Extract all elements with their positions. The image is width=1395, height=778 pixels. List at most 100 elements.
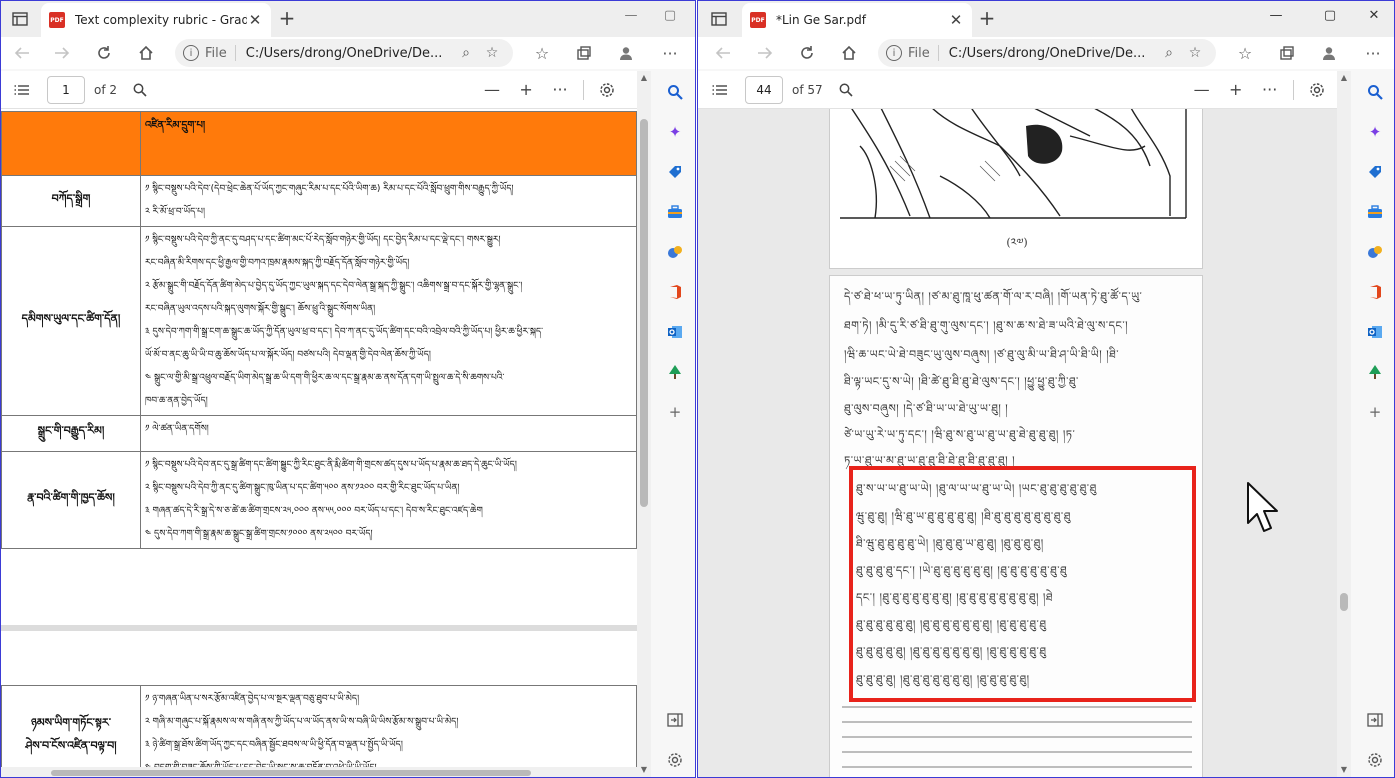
sidebar-shopping-button[interactable]	[1362, 159, 1388, 185]
sidebar-add-button[interactable]: +	[1362, 399, 1388, 425]
minimize-button[interactable]: —	[616, 5, 646, 27]
forward-button[interactable]	[47, 39, 77, 67]
scroll-up-icon[interactable]: ▲	[1337, 71, 1351, 85]
zoom-search-icon[interactable]: ⌕	[453, 45, 479, 61]
horizontal-scrollbar[interactable]	[1, 767, 637, 777]
more-menu-button[interactable]: ···	[1358, 39, 1388, 67]
description-line: ༡ ཉ་གཞན་ཡིན་པ་སར་རྩོམ་འཛིན་བྱེད་པ་ལ་སྔར་…	[145, 694, 360, 704]
forward-button[interactable]	[750, 39, 780, 67]
footnote-line	[842, 706, 1192, 708]
zoom-search-icon[interactable]: ⌕	[1156, 45, 1182, 61]
table-row: ཉམས་ཡིག་གཏོང་སྟར་ ཤེས་བ་ངོས་འཛིན་བལྟ་བ། …	[1, 685, 637, 767]
scrollbar-thumb[interactable]	[640, 119, 648, 507]
zoom-out-button[interactable]: —	[1185, 75, 1219, 105]
sidebar-drop-button[interactable]	[662, 359, 688, 385]
description-cell: ༡ སྙིང་བསྡུས་པའི་དེབ་(དེབ་ཕྲེང་ཆེན་པོ་ཡོ…	[140, 175, 637, 227]
contents-button[interactable]	[5, 75, 39, 105]
description-line: ༡ སྙིང་བསྡུས་པའི་དེབ་ནང་དུ་སྒྲ་ཚིག་དང་ཚི…	[145, 460, 517, 470]
find-button[interactable]	[829, 75, 863, 105]
figure-caption: (༢༧)	[1006, 236, 1028, 249]
minimize-button[interactable]: —	[1261, 5, 1291, 27]
pdf-file-icon: PDF	[750, 12, 766, 28]
sidebar-drop-button[interactable]	[1362, 359, 1388, 385]
active-tab[interactable]: PDF Text complexity rubric - Grade 6 ✕	[41, 3, 271, 37]
sidebar-shopping-button[interactable]	[662, 159, 688, 185]
info-icon[interactable]: i	[886, 45, 902, 61]
toolbar-divider	[583, 79, 585, 100]
sidebar-add-button[interactable]: +	[662, 399, 688, 425]
scroll-up-icon[interactable]: ▲	[637, 71, 651, 85]
back-button[interactable]	[708, 39, 738, 67]
url-text[interactable]: C:/Users/drong/OneDrive/De...	[949, 46, 1156, 61]
sidebar-tools-button[interactable]	[662, 199, 688, 225]
sidebar-outlook-button[interactable]	[1362, 319, 1388, 345]
sidebar-games-button[interactable]	[662, 239, 688, 265]
url-text[interactable]: C:/Users/drong/OneDrive/De...	[246, 46, 453, 61]
address-bar[interactable]: i File C:/Users/drong/OneDrive/De... ⌕ ☆	[175, 39, 513, 67]
collections-button[interactable]	[569, 39, 599, 67]
description-cell: ༡ ཉ་གཞན་ཡིན་པ་སར་རྩོམ་འཛིན་བྱེད་པ་ལ་སྔར་…	[140, 685, 637, 767]
zoom-in-button[interactable]: +	[1219, 75, 1253, 105]
active-tab[interactable]: PDF *Lin Ge Sar.pdf ✕	[742, 3, 972, 37]
zoom-in-button[interactable]: +	[509, 75, 543, 105]
pdf-document-view[interactable]: (༢༧) དེ་ཙ་ཐེ་ཕ་ཡ་ཏུ་ཡིན། །ཙ་མ་ཐུ་ཁཱ་ཕུ་ཚ…	[698, 109, 1343, 777]
sidebar-tools-button[interactable]	[1362, 199, 1388, 225]
info-icon[interactable]: i	[183, 45, 199, 61]
scroll-down-icon[interactable]: ▼	[637, 763, 651, 777]
sidebar-search-button[interactable]	[662, 79, 688, 105]
scrollbar-thumb[interactable]	[1340, 593, 1348, 611]
close-window-button[interactable]: ✕	[1359, 5, 1389, 27]
favorites-button[interactable]: ☆	[1230, 39, 1260, 67]
sidebar-settings-button[interactable]	[1362, 747, 1388, 773]
vertical-scrollbar[interactable]: ▲ ▼	[637, 71, 651, 777]
maximize-button[interactable]: ▢	[1315, 5, 1345, 27]
add-favorite-icon[interactable]: ☆	[1182, 45, 1208, 61]
sidebar-hide-button[interactable]	[662, 707, 688, 733]
sidebar-copilot-button[interactable]: ✦	[662, 119, 688, 145]
sidebar-outlook-button[interactable]	[662, 319, 688, 345]
new-tab-button[interactable]: +	[274, 7, 300, 31]
sidebar-search-button[interactable]	[1362, 79, 1388, 105]
profile-button[interactable]	[1314, 39, 1344, 67]
refresh-button[interactable]	[89, 39, 119, 67]
tab-actions-button[interactable]	[7, 7, 33, 31]
sidebar-settings-button[interactable]	[662, 747, 688, 773]
new-tab-button[interactable]: +	[974, 7, 1000, 31]
address-bar[interactable]: i File C:/Users/drong/OneDrive/De... ⌕ ☆	[878, 39, 1216, 67]
more-menu-button[interactable]: ···	[655, 39, 685, 67]
more-options-button[interactable]: ···	[1253, 75, 1287, 105]
collections-icon	[1280, 46, 1294, 60]
sidebar-games-button[interactable]	[1362, 239, 1388, 265]
home-button[interactable]	[131, 39, 161, 67]
outlook-icon	[1368, 326, 1382, 338]
profile-button[interactable]	[611, 39, 641, 67]
close-tab-icon[interactable]: ✕	[247, 11, 263, 29]
zoom-out-button[interactable]: —	[475, 75, 509, 105]
page-number-input[interactable]: 44	[745, 75, 783, 104]
scroll-down-icon[interactable]: ▼	[1337, 763, 1351, 777]
home-button[interactable]	[834, 39, 864, 67]
sidebar-copilot-button[interactable]: ✦	[1362, 119, 1388, 145]
refresh-button[interactable]	[792, 39, 822, 67]
collections-button[interactable]	[1272, 39, 1302, 67]
horizontal-scrollbar-thumb[interactable]	[51, 770, 531, 776]
tab-actions-button[interactable]	[706, 7, 732, 31]
pdf-settings-button[interactable]	[590, 75, 624, 105]
illustration-page: (༢༧)	[829, 109, 1203, 269]
more-dots-icon: ···	[662, 43, 678, 63]
contents-button[interactable]	[703, 75, 737, 105]
more-options-button[interactable]: ···	[543, 75, 577, 105]
vertical-scrollbar[interactable]: ▲ ▼	[1337, 71, 1351, 777]
back-button[interactable]	[7, 39, 37, 67]
close-tab-icon[interactable]: ✕	[948, 11, 964, 29]
sidebar-hide-button[interactable]	[1362, 707, 1388, 733]
sidebar-office-button[interactable]	[1362, 279, 1388, 305]
sidebar-office-button[interactable]	[662, 279, 688, 305]
add-favorite-icon[interactable]: ☆	[479, 45, 505, 61]
page-number-input[interactable]: 1	[47, 75, 85, 104]
favorites-button[interactable]: ☆	[527, 39, 557, 67]
pdf-settings-button[interactable]	[1300, 75, 1334, 105]
pdf-document-view[interactable]: འཛིན་རིམ་དྲུག་པ། བཀོད་སྒྲིག ༡ སྙིང་བསྡུས…	[1, 109, 637, 767]
find-button[interactable]	[123, 75, 157, 105]
maximize-button[interactable]: ▢	[655, 5, 685, 27]
